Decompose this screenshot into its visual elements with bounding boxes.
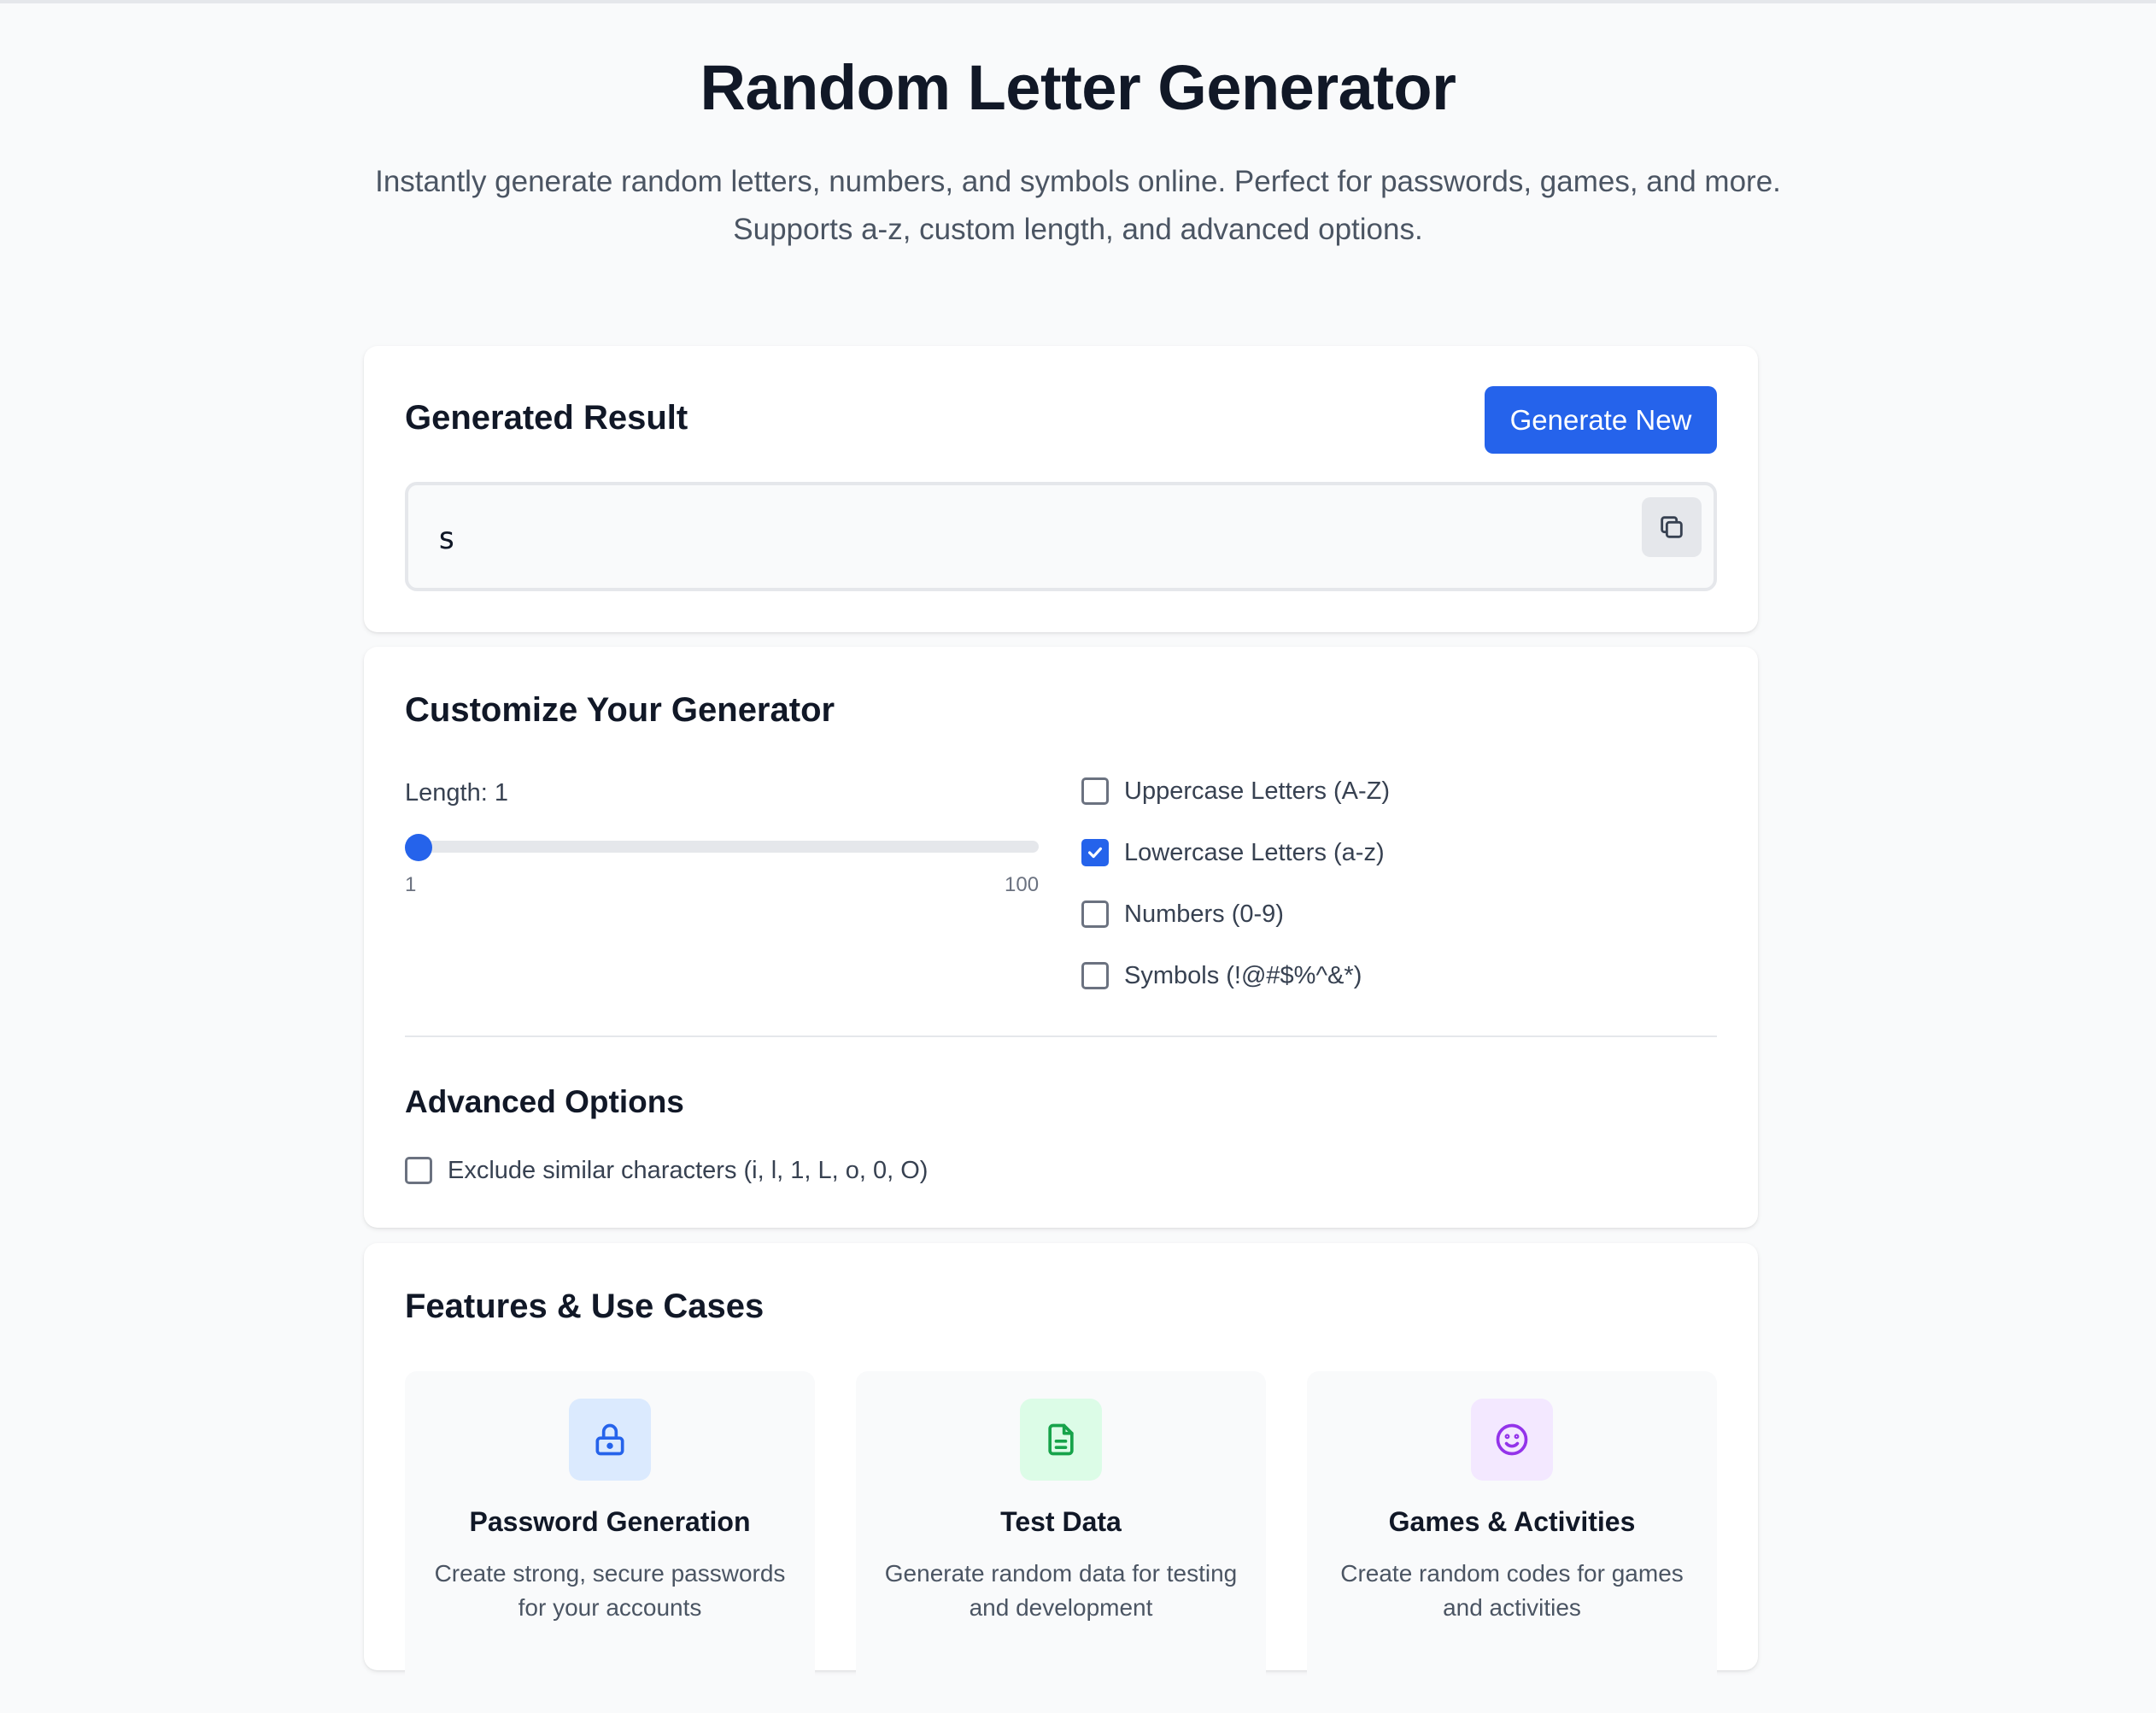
symbols-checkbox[interactable] — [1081, 962, 1109, 989]
length-slider-track[interactable] — [405, 841, 1039, 853]
feature-title: Password Generation — [469, 1506, 751, 1537]
lowercase-checkbox[interactable] — [1081, 839, 1109, 866]
customize-card: Customize Your Generator Length: 1 1 100… — [364, 647, 1758, 1228]
feature-description: Create random codes for games and activi… — [1340, 1560, 1684, 1621]
features-card: Features & Use Cases Password Generation… — [364, 1243, 1758, 1713]
option-label: Uppercase Letters (A-Z) — [1124, 777, 1391, 805]
features-heading: Features & Use Cases — [405, 1288, 765, 1325]
length-slider-thumb[interactable] — [405, 834, 432, 861]
lock-icon — [595, 1423, 624, 1456]
option-exclude-similar[interactable]: Exclude similar characters (i, l, 1, L, … — [405, 1153, 928, 1188]
feature-icon-box — [1020, 1399, 1102, 1481]
page-header: Random Letter Generator Instantly genera… — [0, 51, 2156, 254]
option-lowercase[interactable]: Lowercase Letters (a-z) — [1081, 836, 1385, 870]
feature-password-generation: Password Generation Create strong, secur… — [405, 1371, 815, 1713]
document-icon — [1048, 1423, 1074, 1456]
numbers-checkbox[interactable] — [1081, 900, 1109, 928]
feature-title: Games & Activities — [1388, 1506, 1636, 1537]
option-label: Numbers (0-9) — [1124, 900, 1284, 928]
feature-description: Generate random data for testing and dev… — [884, 1560, 1238, 1621]
feature-icon-box — [1471, 1399, 1553, 1481]
length-label: Length: 1 — [405, 779, 508, 807]
result-output[interactable]: s — [405, 482, 1717, 591]
uppercase-checkbox[interactable] — [1081, 777, 1109, 805]
smiley-icon — [1496, 1423, 1528, 1456]
section-divider — [405, 1035, 1717, 1037]
feature-description: Create strong, secure passwords for your… — [434, 1560, 786, 1621]
result-value: s — [437, 521, 456, 556]
advanced-options-heading: Advanced Options — [405, 1084, 684, 1119]
page-subtitle: Instantly generate random letters, numbe… — [375, 165, 1781, 246]
customize-heading: Customize Your Generator — [405, 691, 835, 729]
slider-max-label: 100 — [1005, 873, 1040, 896]
generate-new-button[interactable]: Generate New — [1485, 386, 1717, 454]
copy-icon — [1661, 516, 1683, 538]
option-numbers[interactable]: Numbers (0-9) — [1081, 897, 1284, 931]
feature-title: Test Data — [1000, 1506, 1122, 1537]
result-card: Generated Result Generate New s — [364, 346, 1758, 632]
option-label: Lowercase Letters (a-z) — [1124, 838, 1385, 866]
exclude-similar-checkbox[interactable] — [405, 1157, 432, 1184]
feature-icon-box — [569, 1399, 651, 1481]
option-label: Symbols (!@#$%^&*) — [1124, 961, 1362, 989]
copy-button[interactable] — [1642, 497, 1702, 557]
option-uppercase[interactable]: Uppercase Letters (A-Z) — [1081, 774, 1390, 808]
option-symbols[interactable]: Symbols (!@#$%^&*) — [1081, 959, 1362, 993]
top-border — [0, 0, 2156, 3]
feature-test-data: Test Data Generate random data for testi… — [856, 1371, 1266, 1713]
option-label: Exclude similar characters (i, l, 1, L, … — [448, 1156, 929, 1184]
result-heading: Generated Result — [405, 399, 688, 437]
feature-games-activities: Games & Activities Create random codes f… — [1307, 1371, 1717, 1713]
slider-min-label: 1 — [405, 873, 417, 896]
page-title: Random Letter Generator — [700, 52, 1456, 123]
